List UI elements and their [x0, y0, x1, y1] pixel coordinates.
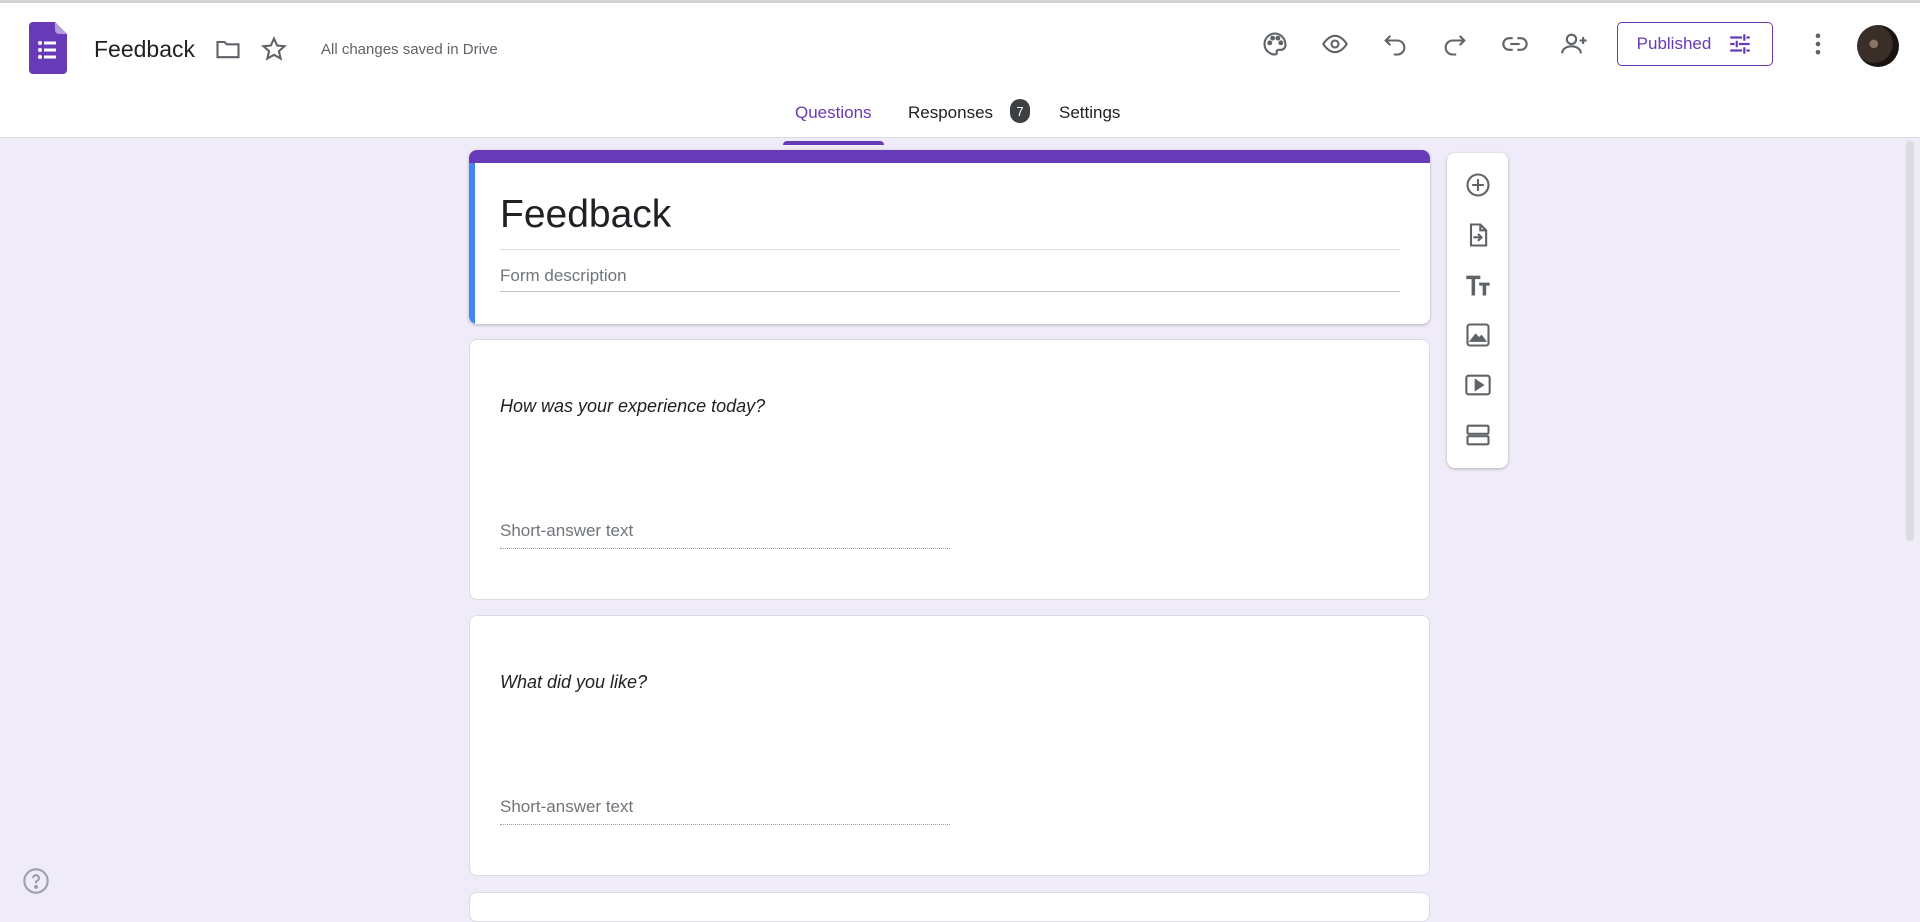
add-question-icon[interactable]: [1461, 168, 1495, 202]
floating-toolbox: [1447, 153, 1508, 468]
active-card-indicator: [469, 163, 475, 324]
add-title-icon[interactable]: [1461, 268, 1495, 302]
form-title-card[interactable]: Feedback Form description: [469, 150, 1430, 324]
link-icon[interactable]: [1495, 24, 1535, 64]
responses-count-badge: 7: [1010, 99, 1030, 123]
add-video-icon[interactable]: [1461, 368, 1495, 402]
save-status: All changes saved in Drive: [321, 41, 498, 58]
tab-questions-label: Questions: [795, 103, 872, 122]
form-description-field[interactable]: Form description: [500, 266, 627, 286]
document-title[interactable]: Feedback: [94, 36, 195, 63]
tab-responses-label: Responses: [908, 103, 994, 122]
folder-icon[interactable]: [208, 29, 248, 69]
form-title[interactable]: Feedback: [500, 193, 671, 237]
question-title[interactable]: How was your experience today?: [500, 396, 765, 417]
help-icon[interactable]: [22, 867, 50, 895]
tab-questions[interactable]: Questions: [783, 103, 884, 145]
import-questions-icon[interactable]: [1461, 218, 1495, 252]
question-card[interactable]: [469, 892, 1430, 922]
short-answer-placeholder: Short-answer text: [500, 521, 634, 540]
star-icon[interactable]: [254, 29, 294, 69]
divider: [500, 291, 1400, 292]
scrollbar[interactable]: [1906, 141, 1914, 541]
question-card[interactable]: What did you like? Short-answer text: [469, 615, 1430, 876]
forms-logo-icon[interactable]: [29, 22, 67, 74]
add-section-icon[interactable]: [1461, 418, 1495, 452]
published-button[interactable]: Published: [1617, 22, 1773, 66]
tabs-bar: Questions Responses 7 Settings: [0, 95, 1920, 145]
add-collaborator-icon[interactable]: [1555, 24, 1595, 64]
preview-eye-icon[interactable]: [1315, 24, 1355, 64]
short-answer-placeholder: Short-answer text: [500, 797, 634, 816]
divider: [500, 824, 950, 825]
redo-icon[interactable]: [1435, 24, 1475, 64]
palette-icon[interactable]: [1255, 24, 1295, 64]
more-vert-icon[interactable]: [1798, 24, 1838, 64]
add-image-icon[interactable]: [1461, 318, 1495, 352]
divider: [500, 249, 1400, 250]
tab-settings-label: Settings: [1059, 103, 1121, 122]
question-card[interactable]: How was your experience today? Short-ans…: [469, 339, 1430, 600]
published-label: Published: [1636, 34, 1712, 53]
tune-icon: [1730, 34, 1751, 54]
title-card-accent-bar: [469, 150, 1430, 163]
tab-settings[interactable]: Settings: [1059, 103, 1120, 145]
avatar[interactable]: [1857, 25, 1899, 67]
question-title[interactable]: What did you like?: [500, 672, 647, 693]
tab-responses[interactable]: Responses 7: [908, 99, 1030, 145]
undo-icon[interactable]: [1375, 24, 1415, 64]
divider: [500, 548, 950, 549]
